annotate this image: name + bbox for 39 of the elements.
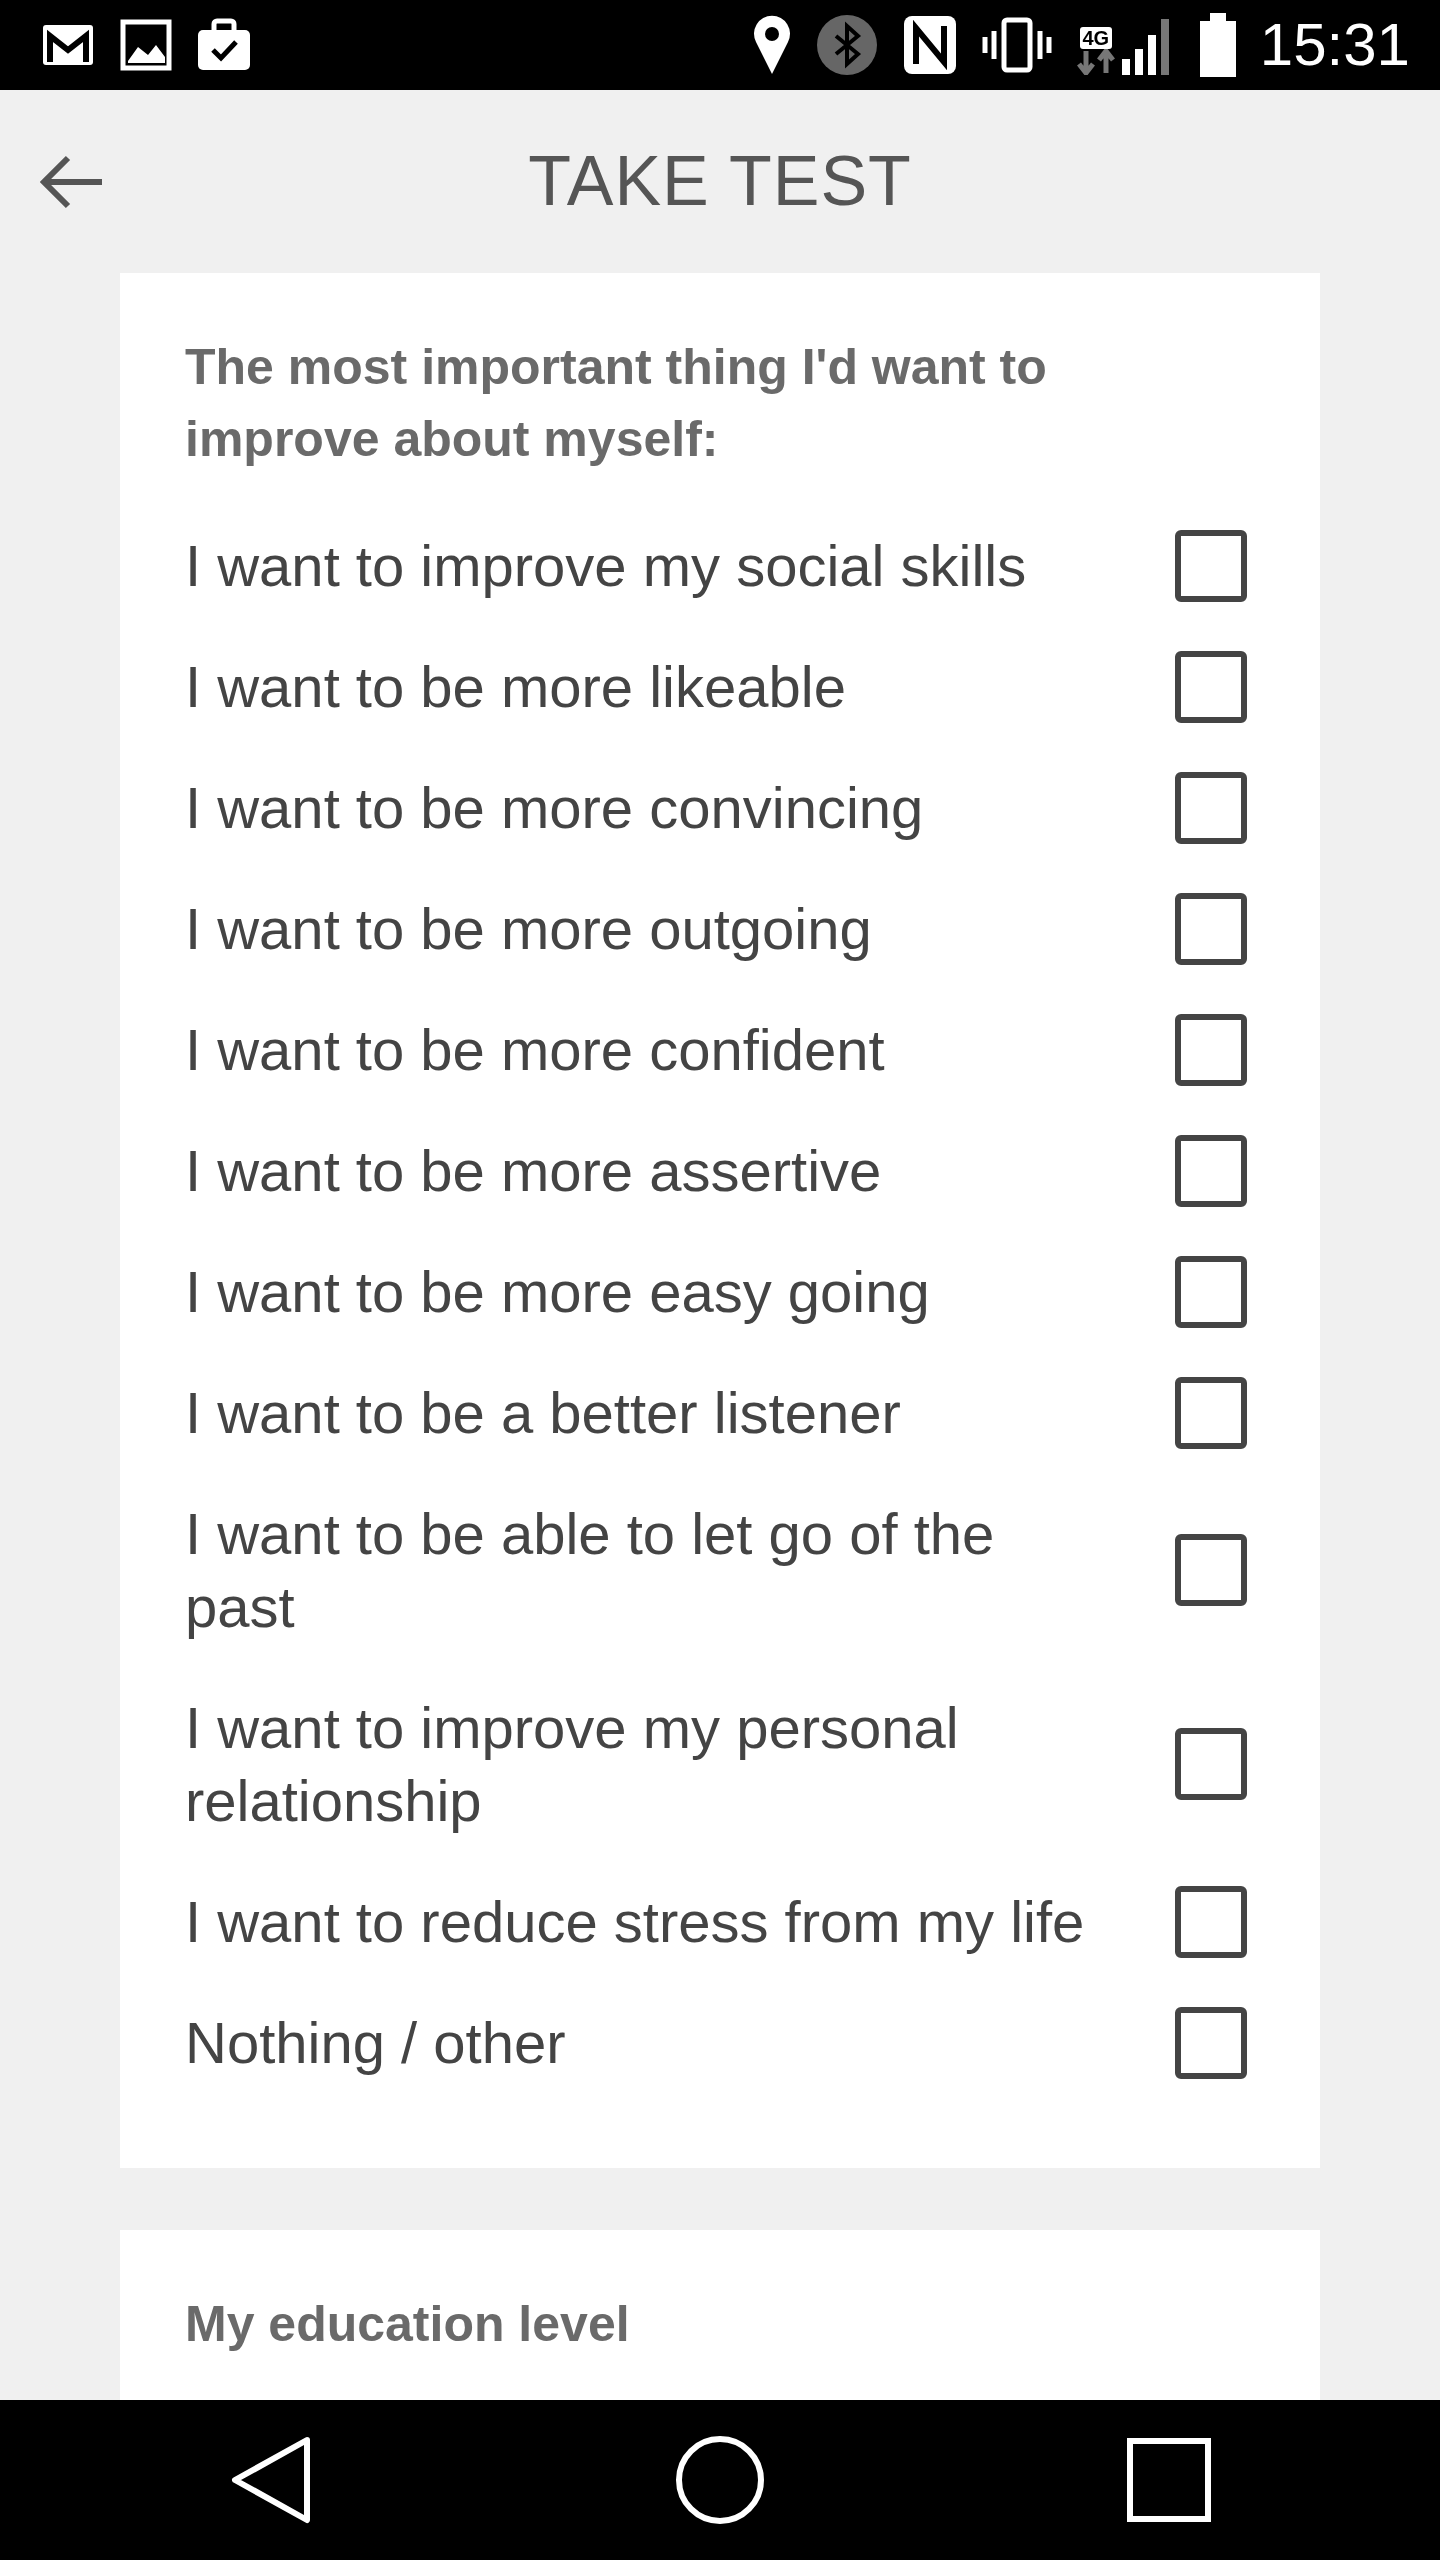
checkbox[interactable] bbox=[1175, 1885, 1247, 1958]
checkbox[interactable] bbox=[1175, 529, 1247, 602]
clock-time: 15:31 bbox=[1259, 15, 1410, 76]
option-label: I want to reduce stress from my life bbox=[185, 1888, 1085, 1957]
option-label: I want to be more assertive bbox=[185, 1137, 883, 1206]
checkbox[interactable] bbox=[1175, 2006, 1247, 2079]
checkbox[interactable] bbox=[1175, 1376, 1247, 1449]
page-title: TAKE TEST bbox=[528, 141, 912, 223]
question-title: My education level bbox=[185, 2295, 631, 2355]
checkbox[interactable] bbox=[1175, 771, 1247, 844]
battery-icon bbox=[1199, 13, 1236, 78]
vibrate-icon bbox=[981, 17, 1052, 74]
bluetooth-icon bbox=[815, 14, 878, 77]
back-icon[interactable] bbox=[229, 2435, 313, 2526]
option-label: I want to be more likeable bbox=[185, 653, 847, 722]
checkbox[interactable] bbox=[1175, 1013, 1247, 1086]
option-label: I want to be more convincing bbox=[185, 774, 925, 843]
option-label: I want to be more outgoing bbox=[185, 895, 873, 964]
question-title: The most important thing I'd want to improve about myself: bbox=[185, 338, 1048, 470]
network-type-label: 4G bbox=[1079, 27, 1113, 50]
checkbox[interactable] bbox=[1175, 1134, 1247, 1207]
checkbox[interactable] bbox=[1175, 1255, 1247, 1328]
data-arrows-icon bbox=[1075, 49, 1116, 76]
option-label: I want to be more confident bbox=[185, 1016, 886, 1085]
option-label: I want to improve my social skills bbox=[185, 532, 1028, 601]
checkbox[interactable] bbox=[1175, 892, 1247, 965]
option-label: I want to be more easy going bbox=[185, 1258, 931, 1327]
home-icon[interactable] bbox=[675, 2435, 765, 2526]
recent-apps-icon[interactable] bbox=[1127, 2438, 1211, 2523]
checkbox[interactable] bbox=[1175, 1534, 1247, 1607]
option-label: I want to improve my personal relationship bbox=[185, 1694, 960, 1836]
image-icon bbox=[120, 19, 172, 72]
option-label: Nothing / other bbox=[185, 2009, 567, 2078]
option-label: I want to be a better listener bbox=[185, 1379, 902, 1448]
option-label: I want to be able to let go of the past bbox=[185, 1500, 996, 1642]
nfc-icon bbox=[901, 14, 958, 77]
checkbox[interactable] bbox=[1175, 650, 1247, 723]
checkbox[interactable] bbox=[1175, 1728, 1247, 1801]
briefcase-check-icon bbox=[196, 18, 252, 73]
